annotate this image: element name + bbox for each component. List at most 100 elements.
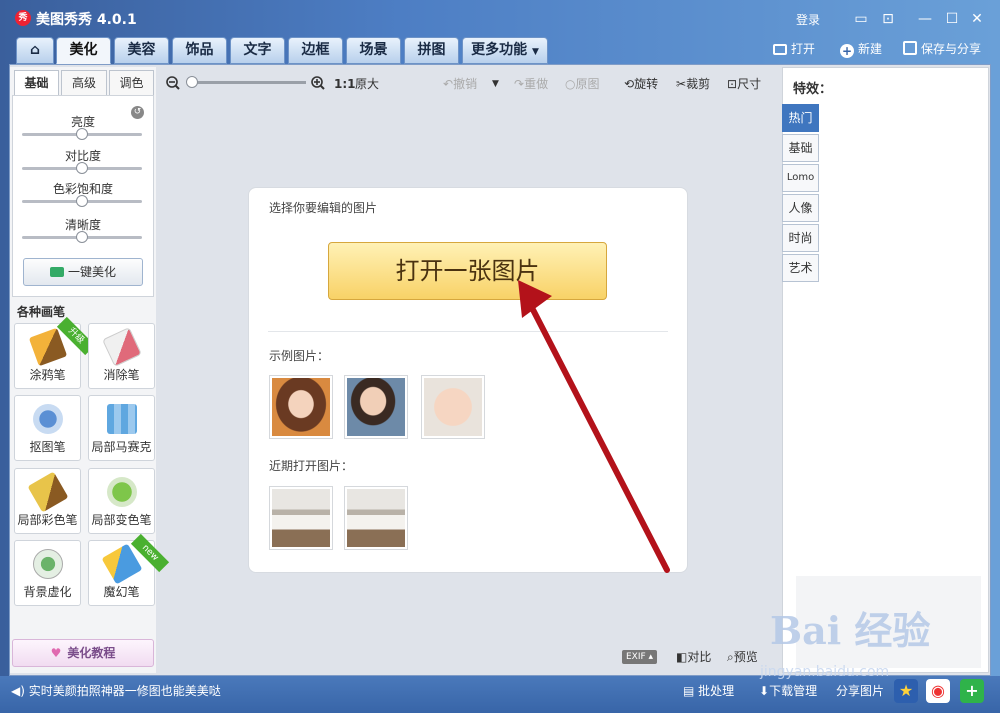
preview-button[interactable]: ⌕预览 <box>727 649 758 665</box>
resize-label: 尺寸 <box>737 77 762 91</box>
tutorial-button[interactable]: ♥ 美化教程 <box>12 639 154 667</box>
download-icon: ⬇ <box>759 684 770 698</box>
effects-tab-art[interactable]: 艺术 <box>782 254 819 282</box>
minimize-icon[interactable]: — <box>916 10 934 28</box>
sharpness-knob[interactable] <box>76 231 88 243</box>
paint-brush-icon <box>27 471 68 513</box>
local-recolor-brush[interactable]: 局部变色笔 <box>88 468 155 534</box>
sample-image-3[interactable] <box>421 375 485 439</box>
tutorial-label: 美化教程 <box>67 646 116 660</box>
background-blur-brush[interactable]: 背景虚化 <box>14 540 81 606</box>
status-tip[interactable]: ◀) 实时美颜拍照神器一修图也能美美哒 <box>11 682 221 699</box>
mosaic-brush-label: 局部马赛克 <box>91 440 152 454</box>
original-image-button[interactable]: ○原图 <box>565 76 600 92</box>
exif-button[interactable]: EXIF ▴ <box>622 650 658 664</box>
resize-button[interactable]: ⊡尺寸 <box>727 76 761 92</box>
effects-tab-lomo[interactable]: Lomo <box>782 164 819 192</box>
compare-icon: ◧ <box>676 650 688 664</box>
feedback-icon[interactable]: ▭ <box>852 10 870 28</box>
contrast-knob[interactable] <box>76 162 88 174</box>
tab-color-adjust[interactable]: 调色 <box>109 70 154 96</box>
zoom-slider[interactable] <box>188 81 306 84</box>
window-title: 美图秀秀 4.0.1 <box>36 12 137 28</box>
redo-icon: ↷ <box>514 77 525 91</box>
graffiti-brush-label: 涂鸦笔 <box>29 368 66 382</box>
app-logo-icon: 秀 <box>15 10 31 26</box>
rotate-label: 旋转 <box>634 77 659 91</box>
batch-icon: ▤ <box>683 684 695 698</box>
magic-brush-label: 魔幻笔 <box>103 585 140 599</box>
effects-tab-hot[interactable]: 热门 <box>782 104 819 132</box>
download-label: 下载管理 <box>769 684 818 698</box>
share-image-button[interactable]: 分享图片 <box>836 682 884 699</box>
original-image-label: 原图 <box>575 77 600 91</box>
zoom-out-icon[interactable] <box>166 76 180 90</box>
download-manager-button[interactable]: ⬇下载管理 <box>759 682 817 699</box>
tab-collage[interactable]: 拼图 <box>404 37 459 64</box>
recent-image-2[interactable] <box>344 486 408 550</box>
weibo-icon[interactable]: ◉ <box>926 679 950 703</box>
batch-button[interactable]: ▤ 批处理 <box>683 682 734 699</box>
red-arrow-annotation <box>518 280 670 573</box>
saturation-knob[interactable] <box>76 195 88 207</box>
tab-advanced[interactable]: 高级 <box>61 70 107 96</box>
actual-size-ratio[interactable]: 1:1 <box>334 76 356 92</box>
baidu-watermark-url: jingyan.baidu.com <box>760 664 890 680</box>
tab-beauty[interactable]: 美容 <box>114 37 169 64</box>
undo-dropdown[interactable]: ▼ <box>492 76 499 92</box>
original-size-button[interactable]: 原大 <box>355 76 379 92</box>
effects-tab-fashion[interactable]: 时尚 <box>782 224 819 252</box>
redo-button[interactable]: ↷重做 <box>514 76 548 92</box>
preview-label: 预览 <box>733 650 758 664</box>
recent-label: 近期打开图片： <box>269 459 354 473</box>
effects-title: 特效： <box>793 82 833 97</box>
zoom-in-icon[interactable] <box>311 76 325 90</box>
save-icon <box>903 41 917 55</box>
mosaic-icon <box>106 404 137 434</box>
tab-border[interactable]: 边框 <box>288 37 343 64</box>
effects-tab-basic[interactable]: 基础 <box>782 134 819 162</box>
mosaic-brush[interactable]: 局部马赛克 <box>88 395 155 461</box>
maximize-icon[interactable]: ☐ <box>943 10 961 28</box>
crop-button[interactable]: ✂裁剪 <box>676 76 710 92</box>
rotate-button[interactable]: ⟲旋转 <box>624 76 658 92</box>
undo-label: 撤销 <box>453 77 478 91</box>
skin-icon[interactable]: ⊡ <box>879 10 897 28</box>
zoom-slider-knob[interactable] <box>186 76 198 88</box>
eraser-icon <box>101 327 142 367</box>
login-link[interactable]: 登录 <box>796 11 820 28</box>
cutout-pen-icon <box>32 404 63 434</box>
recent-image-1[interactable] <box>269 486 333 550</box>
cutout-brush[interactable]: 抠图笔 <box>14 395 81 461</box>
star-icon[interactable]: ★ <box>894 679 918 703</box>
sample-image-1[interactable] <box>269 375 333 439</box>
tab-text[interactable]: 文字 <box>230 37 285 64</box>
open-file-button[interactable]: 打开 <box>773 40 815 58</box>
batch-label: 批处理 <box>698 684 735 698</box>
eraser-brush[interactable]: 消除笔 <box>88 323 155 389</box>
tab-beautify[interactable]: 美化 <box>56 37 111 64</box>
home-icon: ⌂ <box>29 42 41 58</box>
add-icon[interactable]: + <box>960 679 984 703</box>
sample-image-2[interactable] <box>344 375 408 439</box>
brightness-knob[interactable] <box>76 128 88 140</box>
tab-basic[interactable]: 基础 <box>14 70 59 96</box>
magic-wand-icon <box>49 267 64 277</box>
new-button[interactable]: + 新建 <box>840 40 882 58</box>
one-click-beautify-button[interactable]: 一键美化 <box>23 258 143 286</box>
local-color-brush[interactable]: 局部彩色笔 <box>14 468 81 534</box>
tab-more[interactable]: 更多功能 ▼ <box>462 37 548 64</box>
tab-home[interactable]: ⌂ <box>16 37 54 64</box>
tab-accessories[interactable]: 饰品 <box>172 37 227 64</box>
tab-scene[interactable]: 场景 <box>346 37 401 64</box>
compare-button[interactable]: ◧对比 <box>676 649 711 665</box>
redo-label: 重做 <box>524 77 549 91</box>
close-icon[interactable]: ✕ <box>968 10 986 28</box>
save-share-button[interactable]: 保存与分享 <box>903 40 981 58</box>
undo-button[interactable]: ↶撤销 <box>443 76 477 92</box>
folder-icon <box>773 44 787 55</box>
new-label: 新建 <box>858 42 883 56</box>
effects-tab-portrait[interactable]: 人像 <box>782 194 819 222</box>
resize-icon: ⊡ <box>727 77 738 91</box>
exif-label: EXIF <box>626 652 646 662</box>
